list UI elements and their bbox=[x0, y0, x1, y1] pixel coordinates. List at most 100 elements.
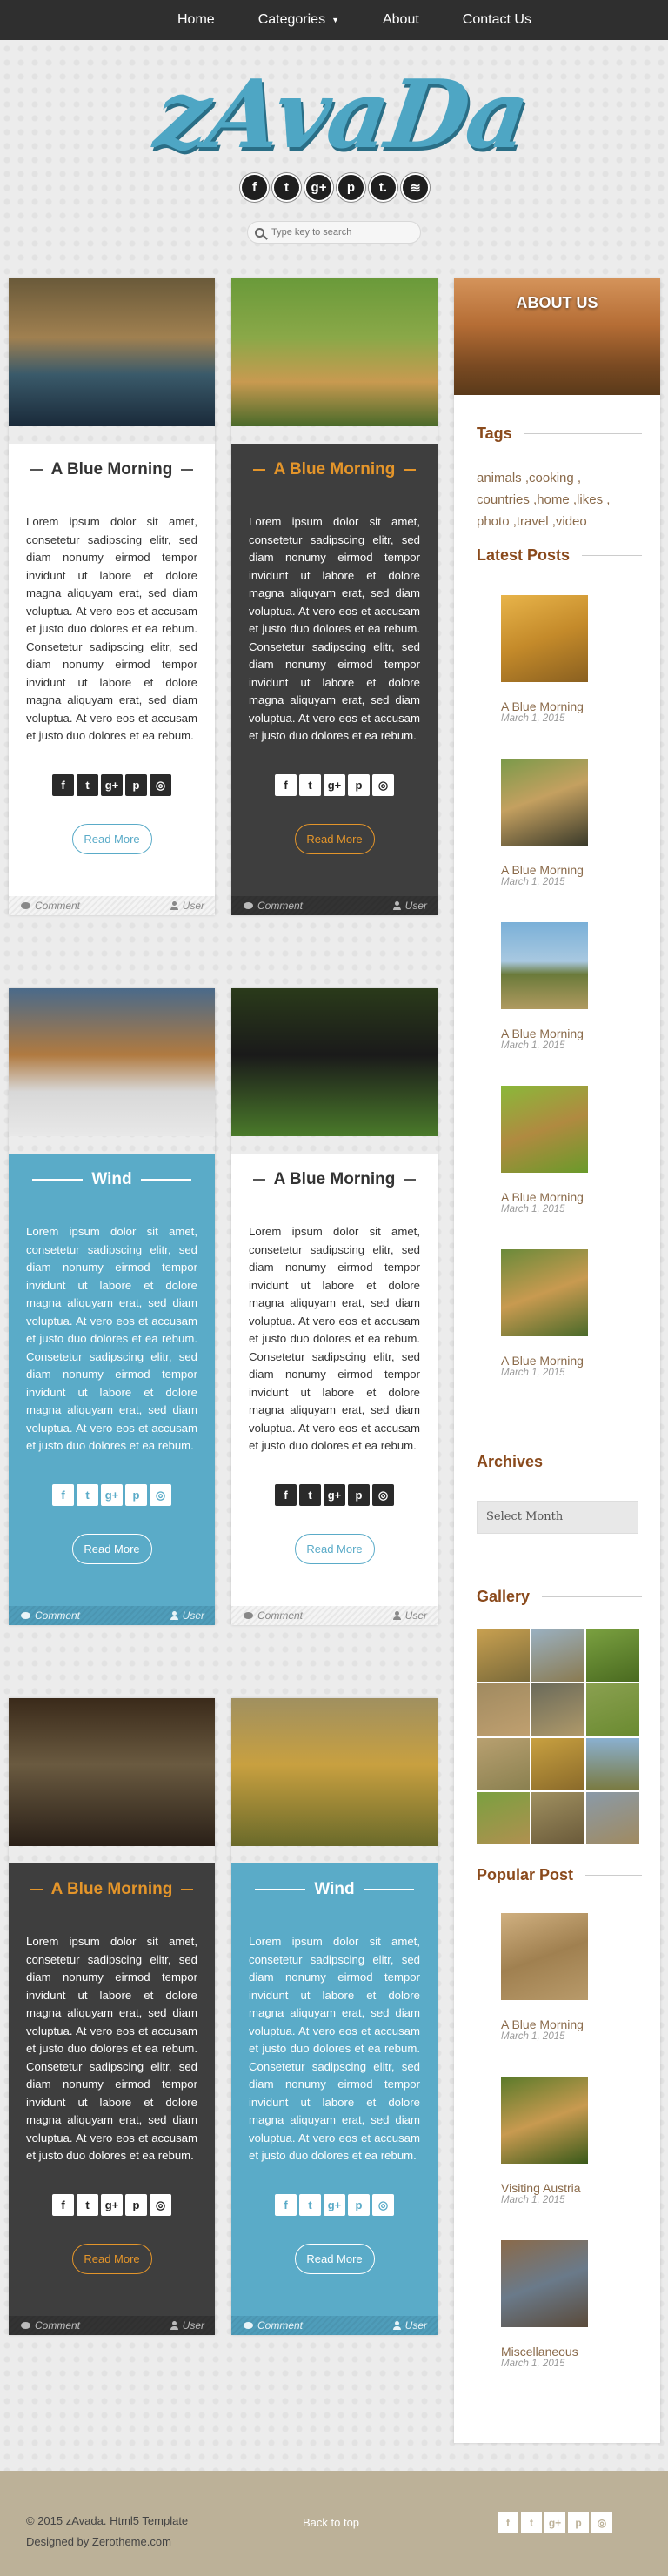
pinterest-icon[interactable]: p bbox=[348, 2194, 370, 2216]
read-more-button[interactable]: Read More bbox=[71, 824, 152, 854]
comment-link[interactable]: Comment bbox=[244, 2319, 303, 2332]
latest-post-thumbnail[interactable] bbox=[501, 595, 588, 682]
search-input[interactable] bbox=[271, 227, 411, 238]
latest-post-item[interactable]: A Blue Morning March 1, 2015 bbox=[501, 922, 623, 1051]
latest-post-item[interactable]: A Blue Morning March 1, 2015 bbox=[501, 595, 623, 724]
user-link[interactable]: User bbox=[170, 1609, 204, 1622]
archives-select[interactable]: Select Month bbox=[477, 1501, 638, 1534]
read-more-button[interactable]: Read More bbox=[71, 1534, 152, 1564]
latest-post-title[interactable]: A Blue Morning bbox=[501, 1354, 623, 1368]
tumblr-icon[interactable]: t. bbox=[369, 173, 397, 202]
template-link[interactable]: Html5 Template bbox=[110, 2514, 188, 2527]
google-plus-icon[interactable]: g+ bbox=[101, 2194, 123, 2216]
latest-post-title[interactable]: A Blue Morning bbox=[501, 863, 623, 877]
gallery-thumbnail[interactable] bbox=[477, 1791, 530, 1844]
user-link[interactable]: User bbox=[170, 900, 204, 912]
google-plus-icon[interactable]: g+ bbox=[324, 1484, 345, 1506]
google-plus-icon[interactable]: g+ bbox=[101, 1484, 123, 1506]
comment-link[interactable]: Comment bbox=[244, 1609, 303, 1622]
pinterest-icon[interactable]: p bbox=[348, 774, 370, 796]
gallery-thumbnail[interactable] bbox=[477, 1737, 530, 1790]
post-image[interactable] bbox=[9, 988, 215, 1136]
pinterest-icon[interactable]: p bbox=[125, 2194, 147, 2216]
popular-post-item[interactable]: Miscellaneous March 1, 2015 bbox=[501, 2240, 623, 2369]
post-title[interactable]: A Blue Morning bbox=[274, 1170, 396, 1189]
latest-post-title[interactable]: A Blue Morning bbox=[501, 1190, 623, 1204]
gallery-thumbnail[interactable] bbox=[477, 1683, 530, 1736]
post-title[interactable]: A Blue Morning bbox=[51, 1880, 173, 1899]
pinterest-icon[interactable]: p bbox=[337, 173, 365, 202]
latest-post-item[interactable]: A Blue Morning March 1, 2015 bbox=[501, 1086, 623, 1214]
instagram-icon[interactable]: ◎ bbox=[150, 774, 171, 796]
post-image[interactable] bbox=[231, 278, 438, 426]
facebook-icon[interactable]: f bbox=[275, 774, 297, 796]
facebook-icon[interactable]: f bbox=[275, 2194, 297, 2216]
read-more-button[interactable]: Read More bbox=[294, 1534, 375, 1564]
instagram-icon[interactable]: ◎ bbox=[372, 774, 394, 796]
comment-link[interactable]: Comment bbox=[21, 900, 80, 912]
google-plus-icon[interactable]: g+ bbox=[324, 2194, 345, 2216]
facebook-icon[interactable]: f bbox=[52, 774, 74, 796]
gallery-thumbnail[interactable] bbox=[531, 1629, 584, 1683]
search-icon[interactable] bbox=[255, 227, 264, 238]
gallery-thumbnail[interactable] bbox=[586, 1683, 639, 1736]
google-plus-icon[interactable]: g+ bbox=[101, 774, 123, 796]
latest-post-item[interactable]: A Blue Morning March 1, 2015 bbox=[501, 759, 623, 887]
pinterest-icon[interactable]: p bbox=[125, 1484, 147, 1506]
comment-link[interactable]: Comment bbox=[244, 900, 303, 912]
instagram-icon[interactable]: ◎ bbox=[372, 1484, 394, 1506]
latest-post-thumbnail[interactable] bbox=[501, 1249, 588, 1336]
comment-link[interactable]: Comment bbox=[21, 2319, 80, 2332]
read-more-button[interactable]: Read More bbox=[294, 2244, 375, 2274]
popular-post-title[interactable]: A Blue Morning bbox=[501, 2017, 623, 2031]
gallery-thumbnail[interactable] bbox=[586, 1791, 639, 1844]
gallery-thumbnail[interactable] bbox=[531, 1737, 584, 1790]
designed-by-link[interactable]: Designed by Zerotheme.com bbox=[26, 2535, 171, 2548]
facebook-icon[interactable]: f bbox=[240, 173, 269, 202]
popular-post-title[interactable]: Miscellaneous bbox=[501, 2345, 623, 2359]
post-image[interactable] bbox=[231, 1698, 438, 1846]
latest-post-thumbnail[interactable] bbox=[501, 1086, 588, 1173]
user-link[interactable]: User bbox=[392, 900, 427, 912]
twitter-icon[interactable]: t bbox=[77, 2194, 98, 2216]
post-title[interactable]: Wind bbox=[91, 1170, 131, 1189]
pinterest-icon[interactable]: p bbox=[125, 774, 147, 796]
twitter-icon[interactable]: t bbox=[521, 2512, 542, 2533]
twitter-icon[interactable]: t bbox=[77, 774, 98, 796]
site-logo[interactable]: zAvaDa bbox=[149, 60, 534, 170]
latest-post-title[interactable]: A Blue Morning bbox=[501, 699, 623, 713]
popular-post-item[interactable]: Visiting Austria March 1, 2015 bbox=[501, 2077, 623, 2205]
gallery-thumbnail[interactable] bbox=[531, 1791, 584, 1844]
facebook-icon[interactable]: f bbox=[498, 2512, 518, 2533]
pinterest-icon[interactable]: p bbox=[348, 1484, 370, 1506]
post-title[interactable]: A Blue Morning bbox=[51, 460, 173, 479]
post-image[interactable] bbox=[9, 278, 215, 426]
instagram-icon[interactable]: ◎ bbox=[150, 2194, 171, 2216]
comment-link[interactable]: Comment bbox=[21, 1609, 80, 1622]
twitter-icon[interactable]: t bbox=[299, 1484, 321, 1506]
gallery-thumbnail[interactable] bbox=[586, 1737, 639, 1790]
tag-cloud[interactable]: animals ,cooking , countries ,home ,like… bbox=[477, 467, 638, 532]
popular-post-thumbnail[interactable] bbox=[501, 2240, 588, 2327]
twitter-icon[interactable]: t bbox=[299, 774, 321, 796]
instagram-icon[interactable]: ◎ bbox=[591, 2512, 612, 2533]
google-plus-icon[interactable]: g+ bbox=[304, 173, 333, 202]
latest-post-title[interactable]: A Blue Morning bbox=[501, 1027, 623, 1040]
nav-home[interactable]: Home bbox=[177, 0, 215, 40]
gallery-thumbnail[interactable] bbox=[531, 1683, 584, 1736]
post-image[interactable] bbox=[231, 988, 438, 1136]
instagram-icon[interactable]: ◎ bbox=[372, 2194, 394, 2216]
facebook-icon[interactable]: f bbox=[52, 2194, 74, 2216]
nav-contact[interactable]: Contact Us bbox=[463, 0, 531, 40]
post-title[interactable]: A Blue Morning bbox=[274, 460, 396, 479]
nav-about[interactable]: About bbox=[383, 0, 419, 40]
latest-post-thumbnail[interactable] bbox=[501, 759, 588, 846]
popular-post-title[interactable]: Visiting Austria bbox=[501, 2181, 623, 2195]
google-plus-icon[interactable]: g+ bbox=[324, 774, 345, 796]
popular-post-thumbnail[interactable] bbox=[501, 2077, 588, 2164]
user-link[interactable]: User bbox=[392, 2319, 427, 2332]
popular-post-item[interactable]: A Blue Morning March 1, 2015 bbox=[501, 1913, 623, 2042]
read-more-button[interactable]: Read More bbox=[294, 824, 375, 854]
about-us-image[interactable]: ABOUT US bbox=[454, 278, 660, 395]
nav-categories[interactable]: Categories ▼ bbox=[258, 0, 339, 40]
